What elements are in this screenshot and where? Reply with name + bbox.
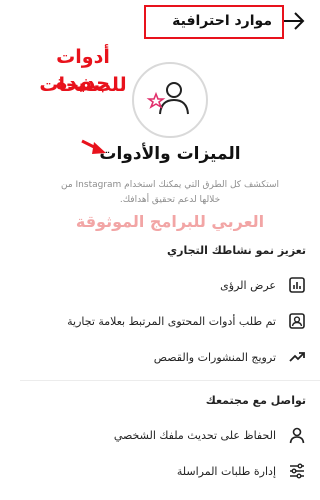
page-title: موارد احترافية	[172, 13, 272, 29]
features-hero-icon	[132, 62, 208, 138]
menu-item-branded-content[interactable]: تم طلب أدوات المحتوى المرتبط بعلامة تجار…	[20, 306, 320, 338]
message-requests-sliders-icon	[290, 463, 304, 479]
menu-item-label: ترويج المنشورات والقصص	[153, 351, 276, 364]
menu-item-update-profile[interactable]: الحفاظ على تحديث ملفك الشخصي	[20, 420, 320, 452]
features-title: الميزات والأدوات	[99, 144, 241, 164]
trending-up-icon	[289, 352, 305, 362]
section-header-community: تواصل مع مجتمعك	[205, 394, 306, 407]
menu-item-promote-posts[interactable]: ترويج المنشورات والقصص	[20, 342, 320, 374]
section-divider	[20, 380, 320, 381]
menu-item-label: عرض الرؤى	[220, 279, 276, 292]
watermark-text: العربي للبرامج الموثوقة	[75, 212, 265, 231]
section-header-grow-business: تعزيز نمو نشاطك التجاري	[167, 244, 306, 257]
menu-item-label: تم طلب أدوات المحتوى المرتبط بعلامة تجار…	[67, 315, 276, 328]
annotation-note-line2: للصفحات	[39, 74, 127, 96]
back-arrow-icon[interactable]	[282, 10, 306, 32]
insights-bar-chart-icon	[289, 277, 305, 293]
branded-content-icon	[289, 313, 305, 329]
profile-person-icon	[289, 427, 305, 444]
menu-item-view-insights[interactable]: عرض الرؤى	[20, 270, 320, 302]
header-bar: موارد احترافية	[20, 0, 320, 44]
menu-item-label: الحفاظ على تحديث ملفك الشخصي	[113, 429, 276, 442]
features-description: استكشف كل الطرق التي يمكنك استخدام Insta…	[60, 180, 280, 205]
menu-item-label: إدارة طلبات المراسلة	[176, 465, 276, 478]
menu-item-message-requests[interactable]: إدارة طلبات المراسلة	[20, 456, 320, 488]
